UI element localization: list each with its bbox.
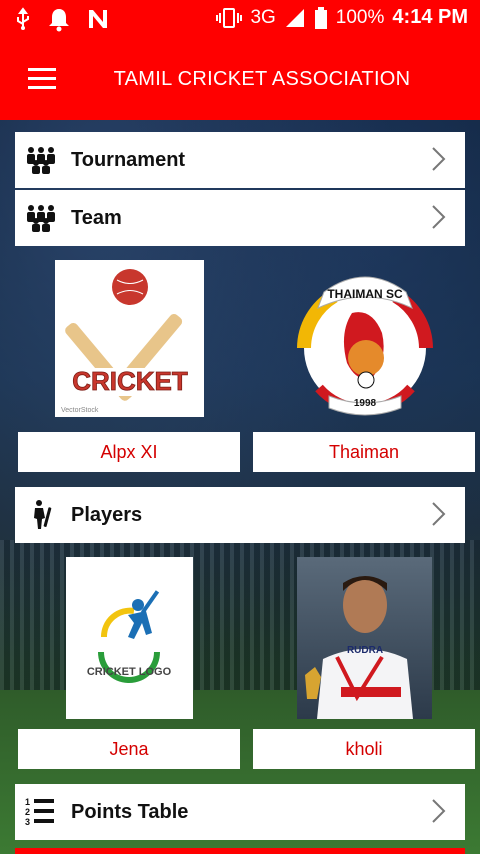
menu-item-tournament[interactable]: Tournament xyxy=(15,132,465,188)
notification-bell-icon xyxy=(49,9,69,32)
clock: 4:14 PM xyxy=(392,6,468,28)
menu-item-label: Tournament xyxy=(71,148,186,171)
app-title: TAMIL CRICKET ASSOCIATION xyxy=(113,68,411,90)
player-image-jena[interactable]: CRICKET LOGO xyxy=(66,557,193,719)
svg-text:RUDRA: RUDRA xyxy=(347,645,383,656)
menu-item-label: Players xyxy=(71,503,143,526)
numbered-list-icon: 123 xyxy=(21,792,61,832)
svg-text:2: 2 xyxy=(25,807,30,817)
battery-icon xyxy=(314,6,327,29)
svg-text:CRICKET LOGO: CRICKET LOGO xyxy=(87,666,172,678)
bottom-accent-bar xyxy=(15,848,465,854)
app-bar: TAMIL CRICKET ASSOCIATION xyxy=(0,38,480,120)
cricket-player-icon xyxy=(21,495,61,535)
svg-text:CRICKET: CRICKET xyxy=(72,366,188,396)
menu-item-label: Team xyxy=(71,206,122,229)
chevron-right-icon xyxy=(432,502,446,526)
svg-text:1998: 1998 xyxy=(354,398,377,409)
player-image-kholi[interactable]: RUDRA xyxy=(297,557,432,719)
svg-text:VectorStock: VectorStock xyxy=(61,407,99,414)
cricket-ball-icon xyxy=(112,269,148,305)
menu-item-players[interactable]: Players xyxy=(15,487,465,543)
svg-text:3: 3 xyxy=(25,817,30,827)
team-logo-thaiman[interactable]: THAIMAN SC 1998 xyxy=(284,258,446,422)
team-logo-alpx[interactable]: CRICKET VectorStock xyxy=(55,260,204,417)
tiger-icon xyxy=(348,340,384,376)
team-name-button[interactable]: Thaiman xyxy=(253,432,475,472)
vibrate-icon xyxy=(216,7,243,28)
team-name-button[interactable]: Alpx XI xyxy=(18,432,240,472)
svg-text:1: 1 xyxy=(25,797,30,807)
battery-percent: 100% xyxy=(335,6,385,28)
chevron-right-icon xyxy=(432,147,446,171)
menu-item-label: Points Table xyxy=(71,800,189,823)
menu-item-team[interactable]: Team xyxy=(15,190,465,246)
trophy-icon xyxy=(305,667,321,699)
signal-icon xyxy=(285,8,304,27)
status-bar: 3G 100% 4:14 PM xyxy=(0,0,480,38)
network-type: 3G xyxy=(250,6,276,28)
player-name-button[interactable]: Jena xyxy=(18,729,240,769)
usb-icon xyxy=(17,7,29,30)
group-icon xyxy=(21,140,61,180)
chevron-right-icon xyxy=(432,205,446,229)
svg-text:THAIMAN SC: THAIMAN SC xyxy=(327,287,403,301)
menu-item-points-table[interactable]: 123 Points Table xyxy=(15,784,465,840)
chevron-right-icon xyxy=(432,799,446,823)
group-icon xyxy=(21,198,61,238)
batsman-icon xyxy=(128,590,160,639)
n-app-icon xyxy=(89,10,107,28)
player-name-button[interactable]: kholi xyxy=(253,729,475,769)
